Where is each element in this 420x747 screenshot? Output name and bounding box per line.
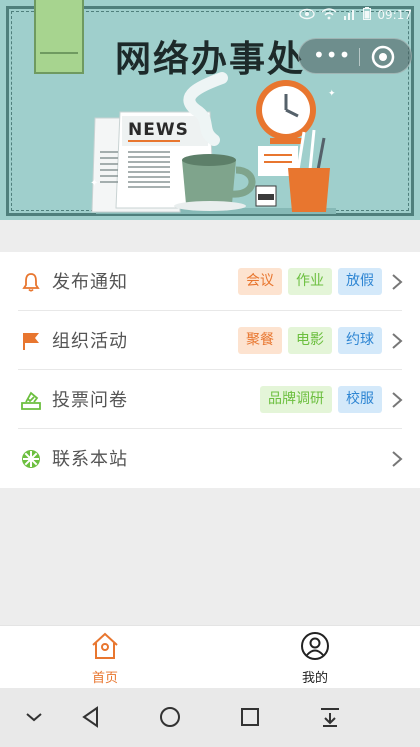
wifi-icon <box>321 7 337 23</box>
capsule-divider <box>359 48 360 66</box>
tag[interactable]: 放假 <box>338 268 382 295</box>
signal-icon <box>343 8 357 23</box>
tag[interactable]: 校服 <box>338 386 382 413</box>
bell-icon <box>22 273 40 292</box>
clock-icon <box>256 80 316 144</box>
menu-item-vote-survey[interactable]: 投票问卷 品牌调研 校服 <box>0 370 420 429</box>
more-dots-icon[interactable]: ••• <box>313 39 350 75</box>
battery-icon <box>363 7 372 23</box>
tab-mine-label: 我的 <box>301 671 328 686</box>
notification-pull-icon[interactable] <box>318 705 342 729</box>
eye-icon <box>299 8 316 23</box>
news-label: NEWS <box>128 120 189 140</box>
svg-text:✦: ✦ <box>90 178 98 189</box>
menu-item-label: 发布通知 <box>52 272 128 293</box>
user-icon <box>301 632 329 660</box>
tag[interactable]: 聚餐 <box>238 327 282 354</box>
system-nav-bar <box>0 688 420 747</box>
status-bar: 09:17 <box>299 4 412 26</box>
tag[interactable]: 电影 <box>288 327 332 354</box>
home-circle-icon[interactable] <box>158 705 182 729</box>
coffee-cup-icon <box>174 154 256 211</box>
menu-item-contact-site[interactable]: 联系本站 <box>0 429 420 488</box>
recents-icon[interactable] <box>238 705 262 729</box>
menu-item-label: 投票问卷 <box>52 390 128 411</box>
tag-group: 聚餐 电影 约球 <box>238 327 382 354</box>
flag-icon <box>23 333 39 350</box>
tag-group: 会议 作业 放假 <box>238 268 382 295</box>
bottom-tab-bar: 首页 我的 <box>0 625 420 688</box>
chevron-right-icon <box>392 451 403 467</box>
miniprogram-capsule: ••• <box>298 38 412 74</box>
tag-group: 品牌调研 校服 <box>260 386 382 413</box>
tag[interactable]: 品牌调研 <box>260 386 332 413</box>
chevron-down-icon[interactable] <box>22 705 46 729</box>
ballot-icon <box>21 391 41 410</box>
menu-item-organize-activity[interactable]: 组织活动 聚餐 电影 约球 <box>0 311 420 370</box>
tag[interactable]: 约球 <box>338 327 382 354</box>
back-icon[interactable] <box>79 705 103 729</box>
tab-home-label: 首页 <box>91 671 118 686</box>
home-icon <box>92 632 118 659</box>
menu-item-label: 联系本站 <box>52 449 128 470</box>
chevron-right-icon <box>392 274 403 290</box>
tab-mine[interactable]: 我的 <box>255 631 375 687</box>
svg-text:✦: ✦ <box>328 89 336 99</box>
wheel-icon <box>22 450 40 468</box>
menu-list: 发布通知 会议 作业 放假 组织活动 聚餐 电影 约球 投票问卷 品牌调研 校服… <box>0 252 420 488</box>
menu-item-label: 组织活动 <box>52 331 128 352</box>
chevron-right-icon <box>392 333 403 349</box>
tab-home[interactable]: 首页 <box>45 631 165 687</box>
chevron-right-icon <box>392 392 403 408</box>
menu-item-publish-notice[interactable]: 发布通知 会议 作业 放假 <box>0 252 420 311</box>
tag[interactable]: 会议 <box>238 268 282 295</box>
banner: ✦ ✦ NEWS 网络办事处 09:17 ••• <box>0 0 420 220</box>
tag[interactable]: 作业 <box>288 268 332 295</box>
status-time: 09:17 <box>377 8 412 22</box>
close-target-icon[interactable] <box>369 43 397 71</box>
